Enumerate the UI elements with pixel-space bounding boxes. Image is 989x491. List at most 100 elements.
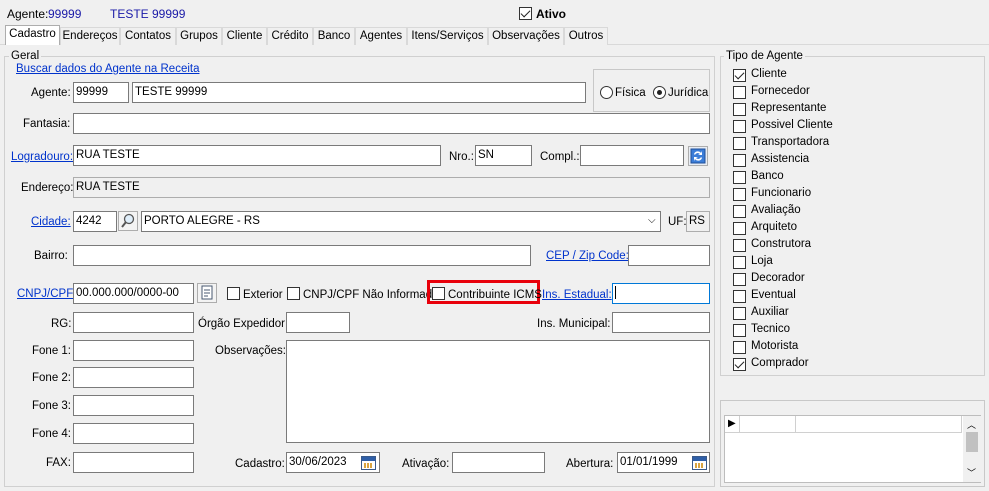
endereco-field: RUA TESTE — [73, 177, 710, 198]
contribuinte-icms-checkbox[interactable] — [432, 287, 445, 300]
tipo-agente-label: Assistencia — [751, 153, 810, 165]
tab-grupos[interactable]: Grupos — [176, 27, 222, 45]
tipo-agente-checkbox[interactable] — [733, 222, 746, 235]
ativacao-date-field[interactable] — [452, 452, 545, 473]
scroll-thumb[interactable] — [966, 432, 978, 452]
tab-enderecos[interactable]: Endereços — [60, 27, 120, 45]
ins-municipal-label: Ins. Municipal: — [537, 318, 611, 330]
ins-estadual-field[interactable] — [612, 283, 710, 304]
tipo-agente-label: Transportadora — [751, 136, 830, 148]
logradouro-field[interactable]: RUA TESTE — [73, 145, 441, 166]
tab-itens-servicos[interactable]: Itens/Serviços — [407, 27, 488, 45]
rg-field[interactable] — [73, 312, 194, 333]
tipo-agente-checkbox[interactable] — [733, 256, 746, 269]
tipo-agente-checkbox[interactable] — [733, 324, 746, 337]
exterior-checkbox[interactable] — [227, 287, 240, 300]
tipo-agente-checkbox[interactable] — [733, 103, 746, 116]
cnpj-nao-informado-checkbox[interactable] — [287, 287, 300, 300]
ativacao-label: Ativação: — [402, 458, 450, 470]
fone1-field[interactable] — [73, 340, 194, 361]
nro-field[interactable]: SN — [475, 145, 532, 166]
juridica-label: Jurídica — [668, 87, 709, 99]
bairro-field[interactable] — [73, 245, 531, 266]
tipo-agente-label: Eventual — [751, 289, 796, 301]
buscar-receita-link[interactable]: Buscar dados do Agente na Receita — [16, 62, 200, 76]
fax-label: FAX: — [46, 457, 71, 469]
tab-cliente[interactable]: Cliente — [222, 27, 267, 45]
grid-divider — [739, 416, 740, 433]
cnpj-nao-informado-label: CNPJ/CPF Não Informado — [303, 289, 439, 301]
agente-code-field[interactable]: 99999 — [73, 82, 129, 103]
cnpj-link[interactable]: CNPJ/CPF: — [17, 287, 76, 301]
compl-field[interactable] — [580, 145, 684, 166]
scroll-up-icon[interactable]: ︿ — [967, 418, 976, 431]
cidade-select[interactable]: PORTO ALEGRE - RS — [141, 211, 661, 232]
cidade-link[interactable]: Cidade: — [31, 215, 71, 229]
fone4-label: Fone 4: — [32, 428, 71, 440]
cep-link[interactable]: CEP / Zip Code: — [546, 249, 629, 263]
tab-observacoes[interactable]: Observações — [488, 27, 564, 45]
grid-scrollbar[interactable]: ︿ ﹀ — [963, 416, 981, 482]
grid-divider — [795, 416, 796, 433]
ins-municipal-field[interactable] — [612, 312, 710, 333]
juridica-radio[interactable] — [653, 86, 666, 99]
tab-credito[interactable]: Crédito — [267, 27, 313, 45]
uf-field: RS — [686, 211, 710, 232]
exterior-label: Exterior — [243, 289, 283, 301]
fantasia-field[interactable] — [73, 113, 710, 134]
row-indicator-icon: ▶ — [728, 418, 736, 429]
fone2-field[interactable] — [73, 367, 194, 388]
ins-estadual-link[interactable]: Ins. Estadual: — [542, 288, 612, 302]
tipo-agente-checkbox[interactable] — [733, 205, 746, 218]
tipo-agente-checkbox[interactable] — [733, 120, 746, 133]
fone4-field[interactable] — [73, 423, 194, 444]
tab-cadastro[interactable]: Cadastro — [5, 25, 60, 46]
tipo-agente-checkbox[interactable] — [733, 307, 746, 320]
tipo-agente-label: Representante — [751, 102, 827, 114]
compl-label: Compl.: — [540, 151, 580, 163]
refresh-address-icon[interactable] — [688, 146, 708, 166]
tipo-agente-checkbox[interactable] — [733, 341, 746, 354]
cnpj-field[interactable]: 00.000.000/0000-00 — [73, 283, 194, 304]
observacoes-textarea[interactable] — [286, 340, 710, 443]
fone3-field[interactable] — [73, 395, 194, 416]
document-icon[interactable] — [197, 283, 217, 303]
tipo-agente-checkbox[interactable] — [733, 273, 746, 286]
tab-outros[interactable]: Outros — [564, 27, 608, 45]
grid-row[interactable]: ▶ — [725, 416, 962, 433]
calendar-icon[interactable] — [692, 456, 707, 470]
tipo-agente-checkbox[interactable] — [733, 86, 746, 99]
tipo-agente-checkbox[interactable] — [733, 69, 746, 82]
uf-label: UF: — [668, 216, 687, 228]
tipo-agente-checkbox[interactable] — [733, 239, 746, 252]
scroll-down-icon[interactable]: ﹀ — [967, 466, 976, 479]
chevron-down-icon[interactable]: ⌵ — [648, 215, 656, 226]
orgao-field[interactable] — [286, 312, 350, 333]
tipo-agente-checkbox[interactable] — [733, 137, 746, 150]
search-cidade-icon[interactable] — [118, 211, 138, 231]
tipo-agente-label: Auxiliar — [751, 306, 789, 318]
tab-agentes[interactable]: Agentes — [355, 27, 407, 45]
fax-field[interactable] — [73, 452, 194, 473]
tipo-agente-checkbox[interactable] — [733, 171, 746, 184]
tab-bar: Cadastro Endereços Contatos Grupos Clien… — [0, 25, 989, 46]
tipo-agente-checkbox[interactable] — [733, 358, 746, 371]
fisica-label: Física — [615, 87, 646, 99]
tipo-agente-checkbox[interactable] — [733, 188, 746, 201]
fisica-radio[interactable] — [600, 86, 613, 99]
tab-contatos[interactable]: Contatos — [120, 27, 176, 45]
tab-banco[interactable]: Banco — [313, 27, 355, 45]
logradouro-link[interactable]: Logradouro: — [11, 150, 73, 164]
ativo-label: Ativo — [536, 7, 566, 21]
tipo-agente-checkbox[interactable] — [733, 154, 746, 167]
agente-name-field[interactable]: TESTE 99999 — [132, 82, 586, 103]
tipo-agente-checkbox[interactable] — [733, 290, 746, 303]
header-agent-name: TESTE 99999 — [110, 7, 186, 21]
calendar-icon[interactable] — [361, 456, 376, 470]
tipo-agente-label: Cliente — [751, 68, 787, 80]
ativo-checkbox[interactable] — [519, 7, 532, 20]
cep-field[interactable] — [628, 245, 710, 266]
cidade-code-field[interactable]: 4242 — [73, 211, 117, 232]
geral-title: Geral — [9, 50, 42, 62]
data-grid[interactable]: ▶ ︿ ﹀ — [724, 415, 981, 483]
